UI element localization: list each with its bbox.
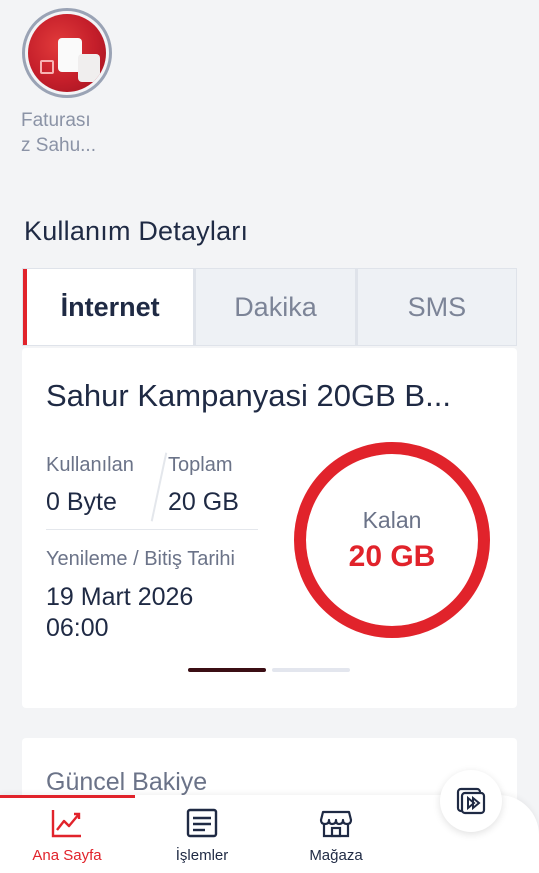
remaining-gauge: Kalan 20 GB xyxy=(292,440,492,640)
usage-tabs: İnternet Dakika SMS xyxy=(22,268,517,346)
tab-sms[interactable]: SMS xyxy=(357,269,516,345)
renew-value: 19 Mart 2026 06:00 xyxy=(46,582,246,644)
media-fab-button[interactable] xyxy=(440,770,502,832)
receipt-icon xyxy=(186,808,218,838)
nav-transactions[interactable]: İşlemler xyxy=(142,807,262,864)
renew-time: 06:00 xyxy=(46,614,109,642)
carousel-pager xyxy=(188,668,350,672)
story-ring[interactable] xyxy=(22,8,112,98)
nav-transactions-label: İşlemler xyxy=(175,847,229,864)
store-icon xyxy=(319,810,353,838)
nav-home[interactable]: Ana Sayfa xyxy=(7,807,127,864)
used-value: 0 Byte xyxy=(46,488,117,516)
package-card[interactable]: Sahur Kampanyasi 20GB B... Kullanılan 0 … xyxy=(22,348,517,708)
gauge-text: Kalan 20 GB xyxy=(292,440,492,640)
value-divider xyxy=(150,452,168,522)
story-label: Faturası z Sahu... xyxy=(17,108,117,158)
balance-title: Güncel Bakiye xyxy=(46,768,208,796)
total-value: 20 GB xyxy=(168,488,239,516)
horizontal-divider xyxy=(46,529,258,530)
nav-home-label: Ana Sayfa xyxy=(32,847,102,864)
chart-line-icon xyxy=(51,810,81,838)
nav-store[interactable]: Mağaza xyxy=(276,807,396,864)
renew-date: 19 Mart 2026 xyxy=(46,583,194,611)
section-title: Kullanım Detayları xyxy=(24,216,249,246)
media-play-icon xyxy=(456,787,486,815)
total-label: Toplam xyxy=(168,454,233,476)
package-title: Sahur Kampanyasi 20GB B... xyxy=(46,378,451,413)
tab-dakika[interactable]: Dakika xyxy=(196,269,358,345)
gift-icon xyxy=(40,60,54,74)
remaining-label: Kalan xyxy=(362,506,422,533)
story-item[interactable]: Faturası z Sahu... xyxy=(21,8,112,158)
nav-active-indicator xyxy=(0,795,135,798)
nav-store-label: Mağaza xyxy=(309,847,363,864)
story-thumbnail xyxy=(28,14,106,92)
story-phone-graphic-2 xyxy=(78,54,100,82)
pager-dot-2[interactable] xyxy=(272,668,350,672)
renew-label: Yenileme / Bitiş Tarihi xyxy=(46,548,235,570)
remaining-value: 20 GB xyxy=(348,539,436,573)
story-label-line2: z Sahu... xyxy=(21,135,96,156)
used-label: Kullanılan xyxy=(46,454,134,476)
pager-dot-1[interactable] xyxy=(188,668,266,672)
story-label-line1: Faturası xyxy=(21,110,91,131)
tab-internet[interactable]: İnternet xyxy=(23,269,197,345)
